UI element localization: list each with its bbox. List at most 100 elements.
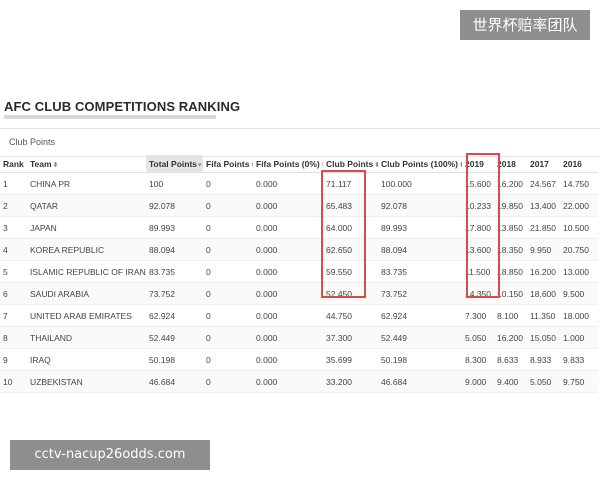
column-header-label: Total Points — [149, 158, 198, 169]
table-cell: 9 — [0, 348, 27, 371]
table-cell: 0 — [203, 370, 253, 393]
column-header-4[interactable]: Fifa Points (0%)⬍ — [253, 155, 323, 173]
table-cell: JAPAN — [27, 216, 146, 239]
table-cell: 0.000 — [253, 370, 323, 393]
table-cell: 1 — [0, 172, 27, 195]
table-cell: 18.600 — [527, 282, 560, 305]
table-cell: 0 — [203, 238, 253, 261]
table-cell: 18.850 — [494, 260, 527, 283]
table-cell: 0 — [203, 282, 253, 305]
table-cell: 46.684 — [146, 370, 203, 393]
column-header-2[interactable]: Total Points▾ — [146, 155, 203, 173]
table-cell: 6 — [0, 282, 27, 305]
table-cell: 8 — [0, 326, 27, 349]
column-header-8: 2018 — [494, 155, 527, 173]
table-cell: 62.924 — [146, 304, 203, 327]
table-cell: 88.094 — [146, 238, 203, 261]
table-cell: 100.000 — [378, 172, 462, 195]
column-header-1[interactable]: Team⬍ — [27, 155, 146, 173]
table-cell: 0.000 — [253, 194, 323, 217]
table-cell: 33.200 — [323, 370, 378, 393]
table-cell: 46.684 — [378, 370, 462, 393]
table-cell: UNITED ARAB EMIRATES — [27, 304, 146, 327]
table-row: 6 SAUDI ARABIA 73.752 0 0.000 52.450 73.752 14.… — [0, 282, 598, 305]
table-row: 7 UNITED ARAB EMIRATES 62.924 0 0.000 44.750 6… — [0, 304, 598, 327]
table-cell: 15.600 — [462, 172, 494, 195]
table-cell: THAILAND — [27, 326, 146, 349]
table-cell: 0.000 — [253, 348, 323, 371]
column-header-5[interactable]: Club Points⬍ — [323, 155, 378, 173]
table-cell: 0.000 — [253, 282, 323, 305]
table-cell: 9.950 — [527, 238, 560, 261]
column-header-label: Rank — [3, 158, 24, 169]
table-cell: SAUDI ARABIA — [27, 282, 146, 305]
column-header-9: 2017 — [527, 155, 560, 173]
table-cell: 1.000 — [560, 326, 598, 349]
column-header-label: 2019 — [465, 158, 484, 169]
table-cell: 52.450 — [323, 282, 378, 305]
table-cell: 9.000 — [462, 370, 494, 393]
table-cell: 5.050 — [527, 370, 560, 393]
table-cell: 0.000 — [253, 238, 323, 261]
table-cell: 62.650 — [323, 238, 378, 261]
table-cell: 92.078 — [146, 194, 203, 217]
column-header-label: Fifa Points — [206, 158, 250, 169]
table-cell: 0 — [203, 326, 253, 349]
table-header-row: RankTeam⬍Total Points▾Fifa Points⬍Fifa P… — [0, 155, 598, 173]
table-cell: 37.300 — [323, 326, 378, 349]
sort-icon: ⬍ — [321, 162, 323, 169]
table-cell: 65.483 — [323, 194, 378, 217]
table-cell: 88.094 — [378, 238, 462, 261]
column-header-label: 2017 — [530, 158, 549, 169]
table-cell: 8.933 — [527, 348, 560, 371]
sort-icon: ⬍ — [250, 162, 253, 169]
table-row: 1 CHINA PR 100 0 0.000 71.117 100.000 15.600 16.… — [0, 172, 598, 195]
table-row: 4 KOREA REPUBLIC 88.094 0 0.000 62.650 88.094 1… — [0, 238, 598, 261]
table-cell: 13.400 — [527, 194, 560, 217]
table-cell: 89.993 — [378, 216, 462, 239]
table-cell: 0 — [203, 194, 253, 217]
table-cell: 0.000 — [253, 216, 323, 239]
table-body: 1 CHINA PR 100 0 0.000 71.117 100.000 15.600 16.… — [0, 172, 598, 393]
table-cell: 7 — [0, 304, 27, 327]
table-cell: 50.198 — [378, 348, 462, 371]
table-cell: 0.000 — [253, 304, 323, 327]
column-header-10: 2016 — [560, 155, 598, 173]
table-cell: 50.198 — [146, 348, 203, 371]
table-cell: 8.100 — [494, 304, 527, 327]
column-header-label: 2018 — [497, 158, 516, 169]
table-cell: 16.200 — [494, 172, 527, 195]
table-cell: 64.000 — [323, 216, 378, 239]
table-cell: 73.752 — [146, 282, 203, 305]
table-cell: 24.567 — [527, 172, 560, 195]
column-header-3[interactable]: Fifa Points⬍ — [203, 155, 253, 173]
table-cell: 11.350 — [527, 304, 560, 327]
table-cell: 3 — [0, 216, 27, 239]
table-cell: 9.750 — [560, 370, 598, 393]
table-cell: 20.750 — [560, 238, 598, 261]
table-cell: 14.350 — [462, 282, 494, 305]
table-cell: 13.000 — [560, 260, 598, 283]
column-header-6[interactable]: Club Points (100%)⬍ — [378, 155, 462, 173]
table-cell: 59.550 — [323, 260, 378, 283]
table-cell: 21.850 — [527, 216, 560, 239]
table-cell: 4 — [0, 238, 27, 261]
table-cell: 62.924 — [378, 304, 462, 327]
table-cell: 13.600 — [462, 238, 494, 261]
sort-icon: ⬍ — [52, 161, 59, 169]
table-cell: CHINA PR — [27, 172, 146, 195]
table-cell: KOREA REPUBLIC — [27, 238, 146, 261]
table-cell: 18.350 — [494, 238, 527, 261]
sort-desc-icon: ▾ — [198, 161, 202, 169]
table-row: 5 ISLAMIC REPUBLIC OF IRAN 83.735 0 0.000 59.… — [0, 260, 598, 283]
table-cell: 89.993 — [146, 216, 203, 239]
table-cell: 35.699 — [323, 348, 378, 371]
ranking-table: RankTeam⬍Total Points▾Fifa Points⬍Fifa P… — [0, 155, 598, 393]
table-cell: 9.500 — [560, 282, 598, 305]
table-cell: 11.500 — [462, 260, 494, 283]
table-cell: 0 — [203, 348, 253, 371]
table-cell: UZBEKISTAN — [27, 370, 146, 393]
table-cell: 0.000 — [253, 326, 323, 349]
table-cell: 19.850 — [494, 194, 527, 217]
table-cell: 13.850 — [494, 216, 527, 239]
